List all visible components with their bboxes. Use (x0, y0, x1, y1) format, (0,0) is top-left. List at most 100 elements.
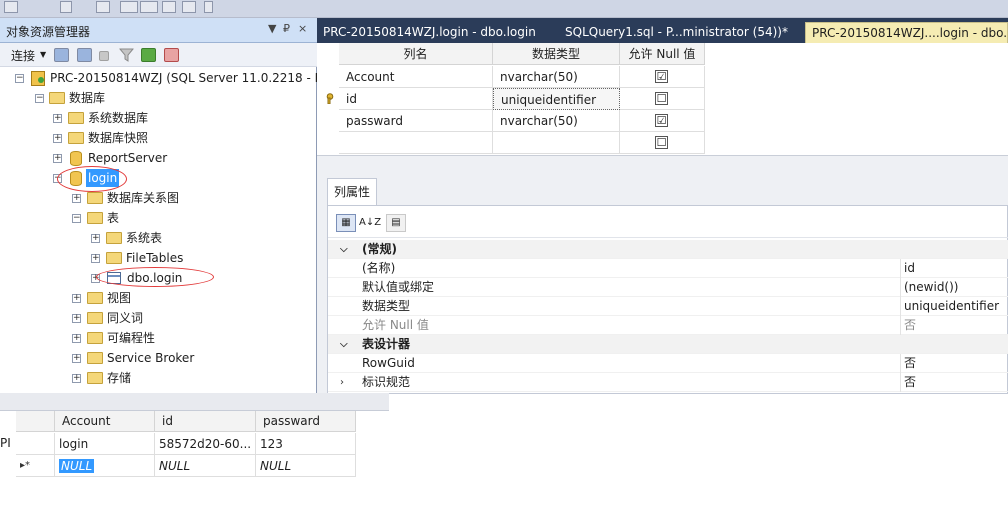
toolbar-icon[interactable] (182, 1, 196, 13)
results-header-passward[interactable]: passward (256, 411, 356, 432)
designer-cell-type[interactable]: nvarchar(50) (493, 66, 620, 88)
results-header-account[interactable]: Account (55, 411, 155, 432)
allow-null-checkbox[interactable]: ☑ (655, 114, 668, 127)
tab-column-properties[interactable]: 列属性 (327, 178, 377, 205)
expand-icon[interactable]: + (72, 334, 81, 343)
connect-object-icon[interactable] (54, 48, 69, 62)
property-value[interactable]: (newid()) (900, 278, 1008, 297)
designer-cell-null[interactable]: ☑ (620, 110, 705, 132)
toolbar-icon[interactable] (162, 1, 176, 13)
stop-icon[interactable] (99, 51, 109, 61)
sort-alpha-icon[interactable]: A↓Z (358, 214, 381, 232)
chevron-down-icon[interactable]: ▼ (40, 50, 46, 59)
collapse-icon[interactable]: − (35, 94, 44, 103)
toolbar-icon[interactable] (4, 1, 18, 13)
designer-cell-null[interactable]: ☐ (620, 88, 705, 110)
property-value[interactable]: 否 (900, 316, 1008, 335)
filter-icon[interactable] (119, 48, 134, 62)
results-cell[interactable]: 58572d20-60... (155, 433, 256, 455)
expand-icon[interactable]: + (53, 134, 62, 143)
connect-button[interactable]: 连接 (11, 47, 35, 64)
tree-node-system-databases[interactable]: + 系统数据库 (0, 109, 317, 127)
property-row[interactable]: 允许 Null 值 否 (328, 316, 1008, 335)
collapse-icon[interactable]: − (72, 214, 81, 223)
property-value[interactable]: id (900, 259, 1008, 278)
designer-cell-null[interactable]: ☑ (620, 66, 705, 88)
categorized-icon[interactable]: ▦ (336, 214, 356, 232)
expand-icon[interactable]: + (91, 234, 100, 243)
results-row-header-new[interactable]: ▸* (16, 455, 55, 477)
pin-icon[interactable]: ₽ (283, 22, 290, 35)
tab-login-design-2[interactable]: PRC-20150814WZJ....login - dbo.login (805, 22, 1008, 43)
tree-node-database-snapshots[interactable]: + 数据库快照 (0, 129, 317, 147)
results-row-header[interactable] (16, 433, 55, 455)
property-value[interactable]: 否 (900, 354, 1008, 373)
tree-node-login-db[interactable]: − login (0, 169, 317, 187)
designer-cell-type[interactable] (493, 132, 620, 154)
toolbar-overflow-icon[interactable] (204, 1, 213, 13)
expand-icon[interactable]: + (72, 374, 81, 383)
results-cell[interactable]: 123 (256, 433, 356, 455)
allow-null-checkbox[interactable]: ☐ (655, 92, 668, 105)
allow-null-checkbox[interactable]: ☐ (655, 136, 668, 149)
tree-node-server[interactable]: − PRC-20150814WZJ (SQL Server 11.0.2218 … (0, 69, 325, 87)
property-category-general[interactable]: ⌵ (常规) (328, 240, 1008, 259)
tree-node-views[interactable]: + 视图 (0, 289, 317, 307)
results-cell[interactable]: NULL (155, 455, 256, 477)
results-header-id[interactable]: id (155, 411, 256, 432)
property-row[interactable]: 默认值或绑定 (newid()) (328, 278, 1008, 297)
refresh-icon[interactable] (141, 48, 156, 62)
designer-cell-name[interactable]: passward (339, 110, 493, 132)
toolbar-icon[interactable] (60, 1, 72, 13)
dropdown-icon[interactable]: ▼ (268, 22, 276, 35)
expand-icon[interactable]: + (72, 314, 81, 323)
expand-icon[interactable]: + (53, 114, 62, 123)
results-cell[interactable]: NULL (256, 455, 356, 477)
property-category-table-designer[interactable]: ⌵ 表设计器 (328, 335, 1008, 354)
expand-icon[interactable]: + (91, 274, 100, 283)
designer-cell-type[interactable]: uniqueidentifier (493, 88, 620, 110)
tree-node-tables[interactable]: − 表 (0, 209, 317, 227)
toolbar-icon[interactable] (120, 1, 138, 13)
toolbar-icon[interactable] (96, 1, 110, 13)
designer-cell-null[interactable]: ☐ (620, 132, 705, 154)
property-row[interactable]: RowGuid 否 (328, 354, 1008, 373)
designer-cell-name[interactable]: id (339, 88, 493, 110)
tree-node-service-broker[interactable]: + Service Broker (0, 349, 317, 367)
designer-cell-type[interactable]: nvarchar(50) (493, 110, 620, 132)
designer-cell-name[interactable] (339, 132, 493, 154)
tree-node-storage[interactable]: + 存储 (0, 369, 317, 387)
expand-icon[interactable]: + (53, 154, 62, 163)
tree-node-system-tables[interactable]: + 系统表 (0, 229, 317, 247)
property-row[interactable]: (名称) id (328, 259, 1008, 278)
designer-cell-name[interactable]: Account (339, 66, 493, 88)
tree-node-filetables[interactable]: + FileTables (0, 249, 317, 267)
tab-login-design-1[interactable]: PRC-20150814WZJ.login - dbo.login (317, 22, 553, 43)
property-value[interactable]: uniqueidentifier (900, 297, 1008, 316)
collapse-caret-icon[interactable]: ⌵ (340, 240, 348, 259)
tab-sqlquery1[interactable]: SQLQuery1.sql - P...ministrator (54))* (559, 22, 805, 43)
activity-monitor-icon[interactable] (164, 48, 179, 62)
results-cell[interactable]: login (55, 433, 155, 455)
property-row[interactable]: › 标识规范 否 (328, 373, 1008, 392)
collapse-icon[interactable]: − (53, 174, 62, 183)
expand-icon[interactable]: + (72, 294, 81, 303)
tree-node-programmability[interactable]: + 可编程性 (0, 329, 317, 347)
tree-node-reportserver[interactable]: + ReportServer (0, 149, 317, 167)
expand-icon[interactable]: + (72, 194, 81, 203)
property-value[interactable]: 否 (900, 373, 1008, 392)
disconnect-icon[interactable] (77, 48, 92, 62)
toolbar-icon[interactable] (140, 1, 158, 13)
expand-caret-icon[interactable]: › (340, 373, 344, 392)
tree-node-databases[interactable]: − 数据库 (0, 89, 317, 107)
property-pages-icon[interactable]: ▤ (386, 214, 406, 232)
tree-node-dbo-login[interactable]: + dbo.login (0, 269, 317, 287)
allow-null-checkbox[interactable]: ☑ (655, 70, 668, 83)
tree-node-db-diagrams[interactable]: + 数据库关系图 (0, 189, 317, 207)
expand-icon[interactable]: + (72, 354, 81, 363)
tree-node-synonyms[interactable]: + 同义词 (0, 309, 317, 327)
close-icon[interactable]: × (298, 22, 307, 35)
expand-icon[interactable]: + (91, 254, 100, 263)
results-cell[interactable]: NULL (55, 455, 155, 477)
collapse-caret-icon[interactable]: ⌵ (340, 335, 348, 354)
